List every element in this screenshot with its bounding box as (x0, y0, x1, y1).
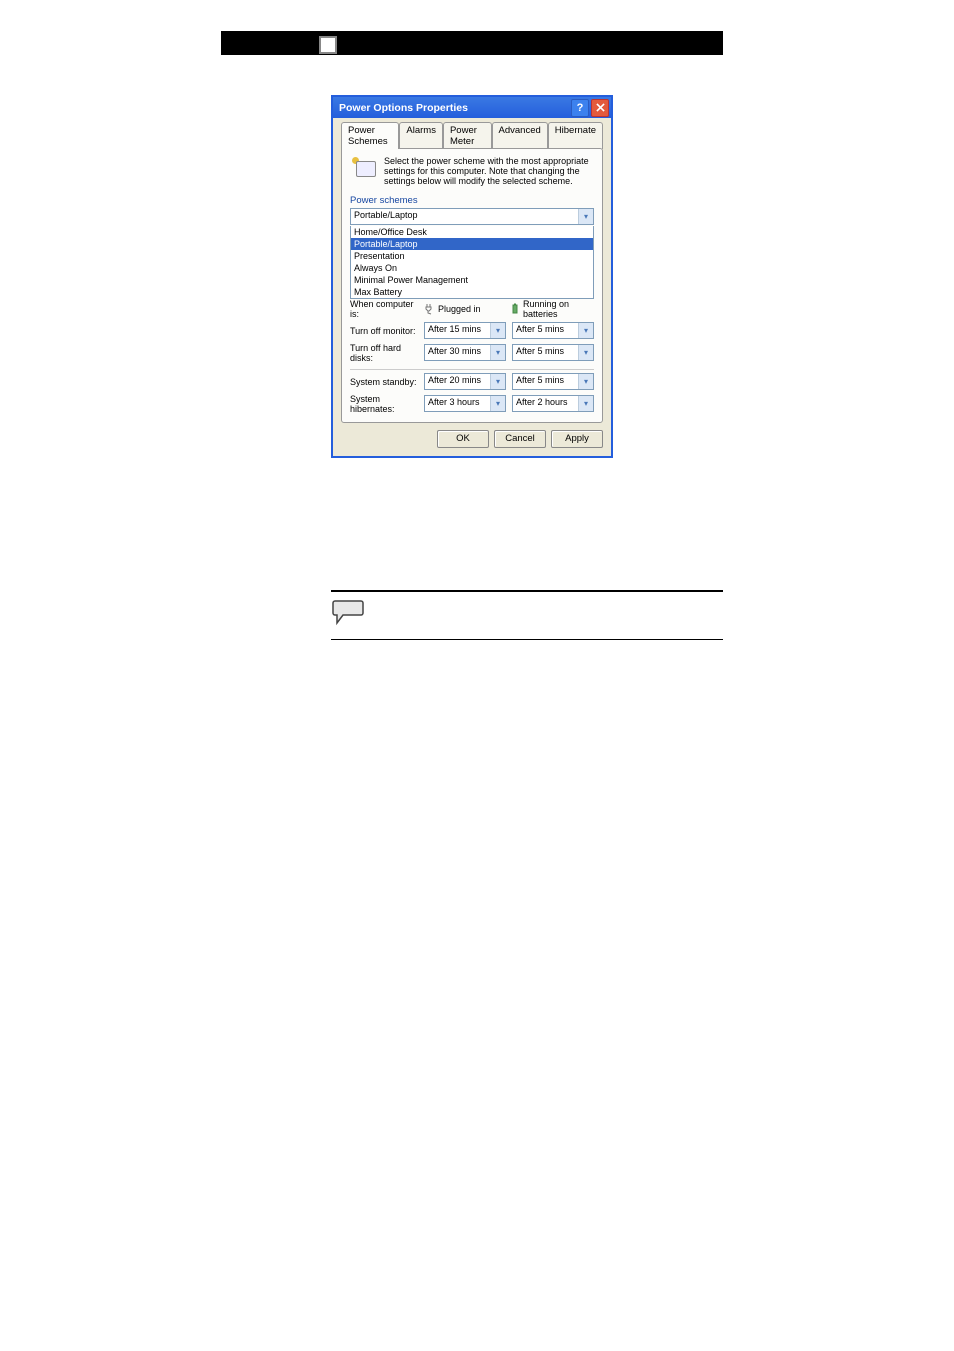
intro-text: Select the power scheme with the most ap… (384, 157, 594, 187)
close-button[interactable] (591, 99, 609, 117)
row-label-standby: System standby: (350, 377, 424, 387)
battery-icon (509, 303, 521, 315)
battery-header: Running on batteries (523, 299, 594, 319)
harddisks-battery-combo[interactable]: After 5 mins ▾ (512, 344, 594, 361)
chevron-down-icon: ▾ (490, 345, 505, 360)
monitor-plugged-combo[interactable]: After 15 mins ▾ (424, 322, 506, 339)
chevron-down-icon: ▾ (578, 345, 593, 360)
harddisks-plugged-combo[interactable]: After 30 mins ▾ (424, 344, 506, 361)
scheme-option-minimal-power[interactable]: Minimal Power Management (351, 274, 593, 286)
scheme-option-portable-laptop[interactable]: Portable/Laptop (351, 238, 593, 250)
scheme-option-presentation[interactable]: Presentation (351, 250, 593, 262)
dialog-title: Power Options Properties (339, 102, 569, 114)
tab-advanced[interactable]: Advanced (492, 122, 548, 149)
standby-battery-combo[interactable]: After 5 mins ▾ (512, 373, 594, 390)
scheme-combo[interactable]: Portable/Laptop ▾ (350, 208, 594, 225)
power-scheme-icon (350, 157, 378, 181)
schemes-section-label: Power schemes (350, 195, 594, 206)
when-computer-label: When computer is: (350, 299, 424, 319)
chevron-down-icon: ▾ (490, 396, 505, 411)
titlebar: Power Options Properties ? (333, 97, 611, 118)
note-block (331, 590, 723, 640)
tab-alarms[interactable]: Alarms (399, 122, 443, 149)
chevron-down-icon: ▾ (490, 374, 505, 389)
tab-panel: Select the power scheme with the most ap… (341, 148, 603, 423)
header-bar (221, 31, 723, 55)
chevron-down-icon: ▾ (578, 323, 593, 338)
row-label-hibernate: System hibernates: (350, 394, 424, 414)
hibernate-plugged-combo[interactable]: After 3 hours ▾ (424, 395, 506, 412)
scheme-option-home-office[interactable]: Home/Office Desk (351, 226, 593, 238)
scheme-listbox[interactable]: Home/Office Desk Portable/Laptop Present… (350, 226, 594, 299)
header-marker (319, 36, 337, 54)
ok-button[interactable]: OK (437, 430, 489, 448)
divider (350, 369, 594, 370)
tab-power-schemes[interactable]: Power Schemes (341, 122, 399, 149)
chevron-down-icon: ▾ (490, 323, 505, 338)
hibernate-battery-combo[interactable]: After 2 hours ▾ (512, 395, 594, 412)
help-button[interactable]: ? (571, 99, 589, 117)
monitor-battery-combo[interactable]: After 5 mins ▾ (512, 322, 594, 339)
chevron-down-icon: ▾ (578, 374, 593, 389)
row-label-monitor: Turn off monitor: (350, 326, 424, 336)
apply-button[interactable]: Apply (551, 430, 603, 448)
chevron-down-icon: ▾ (578, 396, 593, 411)
plug-icon (424, 303, 436, 315)
standby-plugged-combo[interactable]: After 20 mins ▾ (424, 373, 506, 390)
cancel-button[interactable]: Cancel (494, 430, 546, 448)
tab-power-meter[interactable]: Power Meter (443, 122, 492, 149)
scheme-option-max-battery[interactable]: Max Battery (351, 286, 593, 298)
speech-balloon-icon (331, 598, 367, 633)
power-options-dialog: Power Options Properties ? Power Schemes… (331, 95, 613, 458)
chevron-down-icon: ▾ (578, 209, 593, 224)
tab-hibernate[interactable]: Hibernate (548, 122, 603, 149)
scheme-combo-value: Portable/Laptop (351, 209, 578, 224)
plugged-in-header: Plugged in (438, 304, 481, 314)
row-label-harddisks: Turn off hard disks: (350, 343, 424, 363)
tabs: Power Schemes Alarms Power Meter Advance… (341, 122, 603, 149)
scheme-option-always-on[interactable]: Always On (351, 262, 593, 274)
